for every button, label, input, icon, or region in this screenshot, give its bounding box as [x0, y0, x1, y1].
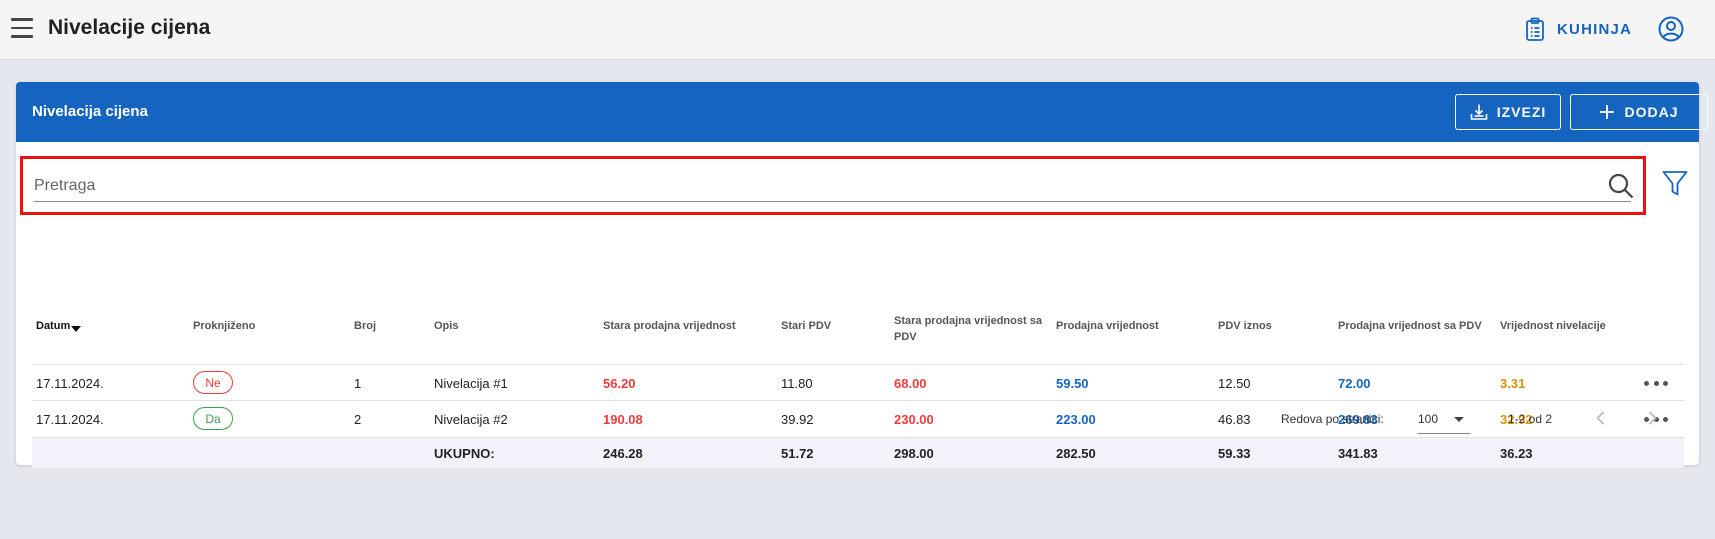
total-prodajna-sa-pdv: 341.83	[1338, 446, 1378, 461]
kitchen-label: KUHINJA	[1557, 20, 1633, 38]
add-button[interactable]: DODAJ	[1570, 94, 1708, 130]
column-header-stara-prodajna: Stara prodajna vrijednost	[603, 320, 736, 332]
column-header-prodajna-sa-pdv: Prodajna vrijednost sa PDV	[1338, 320, 1482, 332]
status-badge: Ne	[193, 371, 233, 394]
sort-desc-icon	[71, 326, 82, 332]
column-header-opis: Opis	[434, 320, 459, 332]
column-header-proknjizeno: Proknjiženo	[193, 320, 256, 332]
total-stara-prodajna: 246.28	[603, 446, 643, 461]
previous-page-icon[interactable]	[1592, 409, 1610, 427]
hamburger-menu-icon[interactable]	[11, 18, 33, 38]
total-prodajna: 282.50	[1056, 446, 1096, 461]
cell-datum: 17.11.2024.	[36, 412, 104, 427]
cell-prodajna: 59.50	[1056, 376, 1089, 391]
card-header: Nivelacija cijena IZVEZI DODAJ	[16, 82, 1708, 142]
rows-per-page-label: Redova po stranici:	[1281, 412, 1384, 426]
cell-datum: 17.11.2024.	[36, 376, 104, 391]
chevron-down-icon	[1454, 417, 1464, 422]
add-label: DODAJ	[1624, 104, 1679, 120]
totals-label: UKUPNO:	[434, 446, 495, 461]
rows-per-page-value: 100	[1418, 412, 1439, 426]
cell-vrijednost-nivelacije: 3.31	[1500, 376, 1526, 391]
column-header-datum[interactable]: Datum	[36, 320, 82, 332]
user-account-icon[interactable]	[1658, 16, 1684, 42]
export-label: IZVEZI	[1496, 104, 1547, 120]
total-stari-pdv: 51.72	[781, 446, 814, 461]
status-badge: Da	[193, 407, 233, 430]
column-header-prodajna: Prodajna vrijednost	[1056, 320, 1159, 332]
more-options-icon[interactable]	[1644, 375, 1668, 391]
download-icon	[1470, 103, 1488, 121]
cell-broj: 2	[354, 412, 362, 427]
total-stara-sa-pdv: 298.00	[894, 446, 934, 461]
cell-stara-sa-pdv: 68.00	[894, 376, 927, 391]
plus-icon	[1599, 104, 1615, 120]
page-title: Nivelacije cijena	[48, 16, 211, 39]
total-vrijednost-nivelacije: 36.23	[1500, 446, 1533, 461]
cell-stari-pdv: 39.92	[781, 412, 814, 427]
export-button[interactable]: IZVEZI	[1455, 94, 1561, 130]
search-icon[interactable]	[1608, 173, 1634, 199]
app-bar: Nivelacije cijena KUHINJA	[0, 0, 1715, 60]
pagination-range: 1-2 od 2	[1508, 412, 1553, 426]
search-input[interactable]	[34, 170, 1631, 202]
cell-broj: 1	[354, 376, 362, 391]
column-header-broj: Broj	[354, 320, 376, 332]
cell-stara-sa-pdv: 230.00	[894, 412, 934, 427]
clipboard-list-icon	[1526, 17, 1544, 41]
cell-stari-pdv: 11.80	[781, 376, 813, 391]
card-title: Nivelacija cijena	[32, 103, 148, 120]
search-highlight-frame	[20, 156, 1646, 215]
column-header-pdv-iznos: PDV iznos	[1218, 320, 1272, 332]
cell-pdv-iznos: 46.83	[1218, 412, 1251, 427]
cell-prodajna-sa-pdv: 72.00	[1338, 376, 1371, 391]
cell-opis: Nivelacija #1	[434, 376, 508, 391]
table-row[interactable]: 17.11.2024. Ne 1 Nivelacija #1 56.20 11.…	[32, 364, 1684, 401]
cell-opis: Nivelacija #2	[434, 412, 508, 427]
cell-prodajna: 223.00	[1056, 412, 1096, 427]
cell-stara-prodajna: 56.20	[603, 376, 636, 391]
totals-row: UKUPNO: 246.28 51.72 298.00 282.50 59.33…	[32, 438, 1684, 469]
column-header-stari-pdv: Stari PDV	[781, 320, 832, 332]
cell-stara-prodajna: 190.08	[603, 412, 643, 427]
rows-per-page-select[interactable]: 100	[1418, 404, 1470, 434]
total-pdv-iznos: 59.33	[1218, 446, 1251, 461]
cell-pdv-iznos: 12.50	[1218, 376, 1251, 391]
column-header-vrijednost-nivelacije: Vrijednost nivelacije	[1500, 320, 1606, 332]
next-page-icon[interactable]	[1643, 409, 1661, 427]
kitchen-button[interactable]: KUHINJA	[1525, 13, 1632, 45]
column-header-stara-sa-pdv: Stara prodajna vrijednost sa PDV	[894, 315, 1042, 343]
filter-icon[interactable]	[1662, 170, 1688, 198]
